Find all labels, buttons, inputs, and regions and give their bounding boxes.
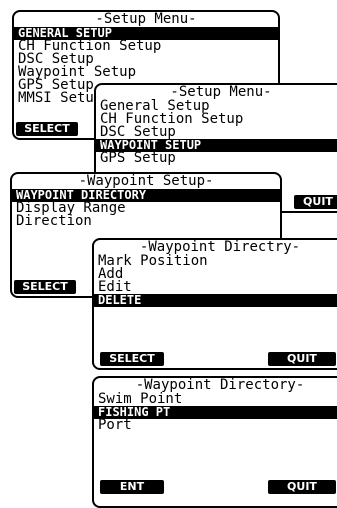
select-softkey[interactable]: SELECT bbox=[16, 122, 78, 136]
select-softkey[interactable]: SELECT bbox=[100, 352, 164, 366]
quit-softkey[interactable]: QUIT bbox=[268, 352, 336, 366]
select-softkey[interactable]: SELECT bbox=[14, 280, 76, 294]
menu-item-delete[interactable]: DELETE bbox=[94, 294, 337, 307]
menu-item-direction[interactable]: Direction bbox=[12, 214, 280, 228]
waypoint-directory-screen-1: -Waypoint Directry- Mark Position Add Ed… bbox=[92, 238, 337, 370]
ent-softkey[interactable]: ENT bbox=[100, 480, 164, 494]
menu-item-mark-position[interactable]: Mark Position bbox=[94, 254, 337, 268]
screen-title: -Waypoint Setup- bbox=[78, 173, 214, 189]
quit-softkey[interactable]: QUIT bbox=[268, 480, 336, 494]
quit-softkey[interactable]: QUIT bbox=[294, 195, 337, 209]
waypoint-item-port[interactable]: Port bbox=[94, 418, 337, 432]
waypoint-directory-screen-2: -Waypoint Directory- Swim Point FISHING … bbox=[92, 376, 337, 508]
screen-title: -Setup Menu- bbox=[95, 11, 197, 27]
menu-item-gps-setup[interactable]: GPS Setup bbox=[96, 151, 337, 165]
